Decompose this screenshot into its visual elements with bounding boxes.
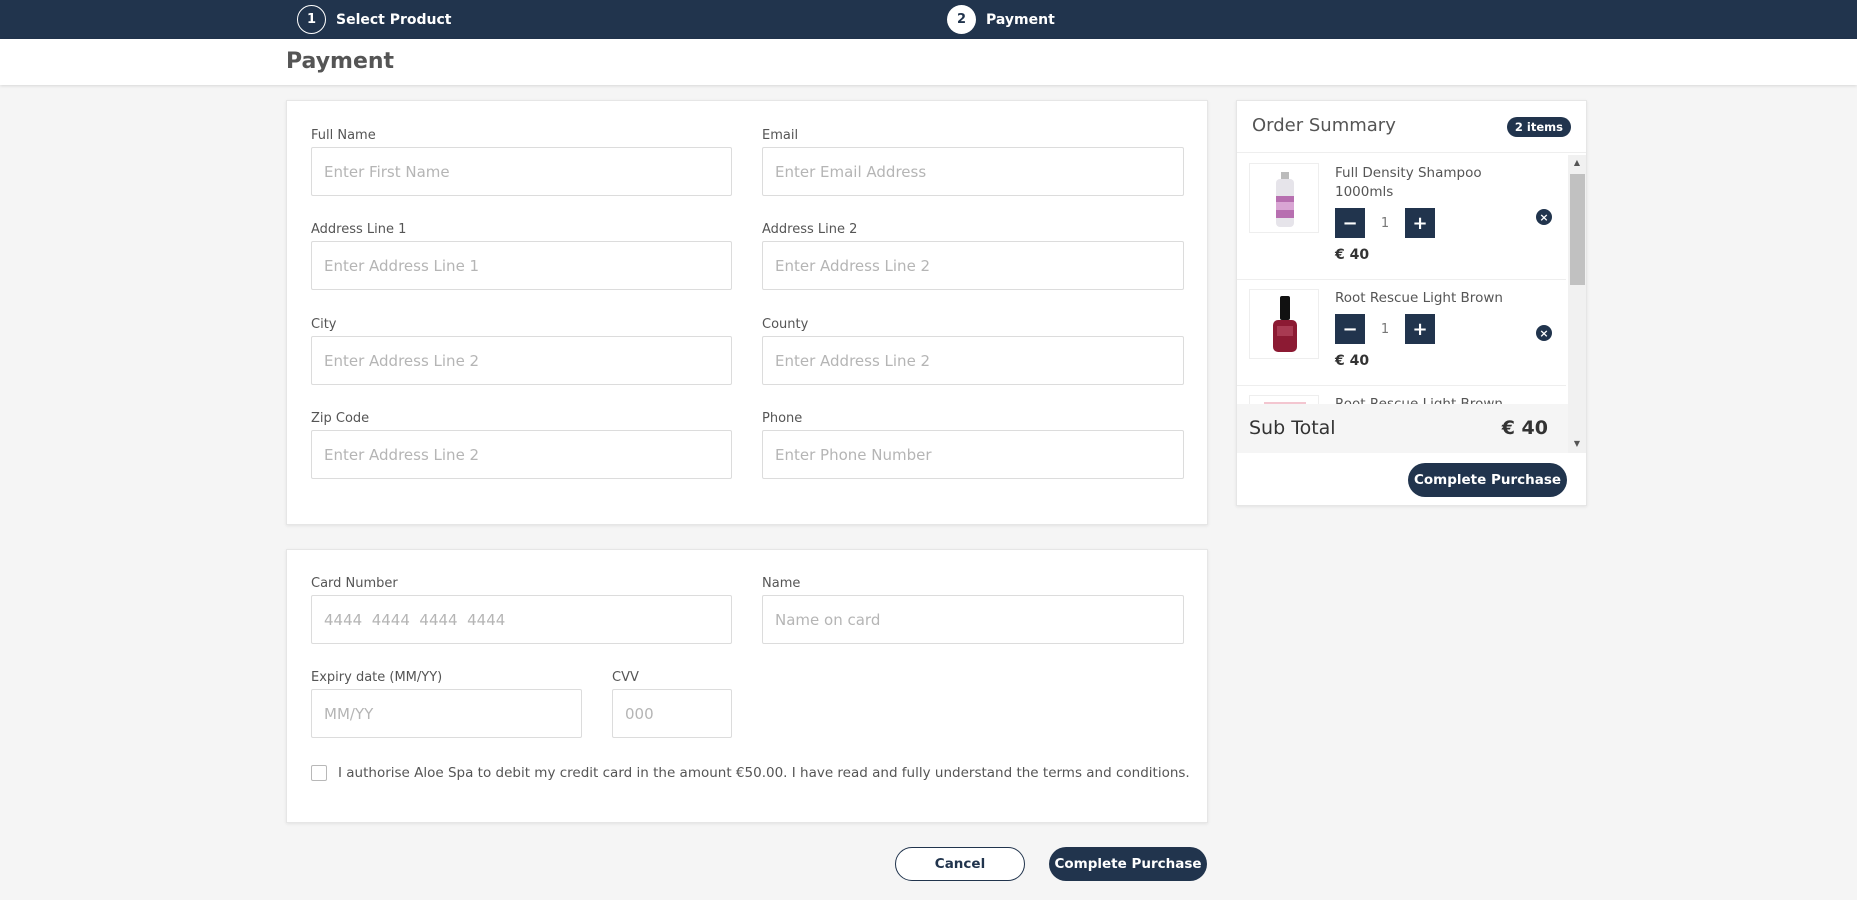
step-number-2: 2 [947,5,976,34]
scroll-up-icon[interactable]: ▲ [1572,157,1582,169]
address1-input[interactable] [311,241,732,290]
address-form-card: Full Name Email Address Line 1 Address L… [286,100,1208,525]
remove-item-icon[interactable]: × [1536,209,1552,225]
card-payment-card: Card Number Name Expiry date (MM/YY) CVV… [286,549,1208,823]
increase-quantity-button[interactable]: + [1405,208,1435,238]
page-title: Payment [286,49,395,74]
summary-complete-purchase-button[interactable]: Complete Purchase [1408,463,1567,497]
quantity-stepper: − 1 + [1335,314,1435,344]
address1-field-group: Address Line 1 [311,222,732,290]
phone-label: Phone [762,411,803,426]
consent-checkbox[interactable] [311,765,327,781]
email-input[interactable] [762,147,1184,196]
expiry-label: Expiry date (MM/YY) [311,670,443,685]
quantity-value[interactable]: 1 [1365,314,1405,344]
cart-item-name: Root Rescue Light Brown [1335,290,1503,306]
step-payment[interactable]: 2 Payment [947,5,1055,34]
cancel-button[interactable]: Cancel [895,847,1025,881]
name-on-card-label: Name [762,576,801,591]
subtotal-label: Sub Total [1249,417,1336,439]
order-summary-panel: Order Summary 2 items Full Density Shamp… [1236,100,1587,506]
phone-input[interactable] [762,430,1184,479]
cart-item-name: Root Rescue Light Brown [1335,396,1503,404]
cvv-input[interactable] [612,689,732,738]
county-input[interactable] [762,336,1184,385]
complete-purchase-button[interactable]: Complete Purchase [1049,847,1207,881]
city-label: City [311,317,337,332]
zip-label: Zip Code [311,411,370,426]
cart-scrollbar[interactable]: ▲ ▼ [1568,155,1586,453]
subtotal-value: € 40 [1501,417,1548,439]
full-name-input[interactable] [311,147,732,196]
zip-field-group: Zip Code [311,411,732,479]
cart-item-name: Full Density Shampoo 1000mls [1335,165,1482,200]
card-number-input[interactable] [311,595,732,644]
cvv-field-group: CVV [612,670,732,738]
step-label-payment: Payment [986,11,1055,28]
cart-item-price: € 40 [1335,247,1370,263]
county-label: County [762,317,809,332]
product-thumbnail-shampoo [1249,163,1319,233]
product-image-icon [1264,402,1306,404]
quantity-value[interactable]: 1 [1365,208,1405,238]
scrollbar-thumb[interactable] [1570,174,1585,285]
cart-item: Full Density Shampoo 1000mls − 1 + € 40 … [1237,155,1566,280]
order-summary-title: Order Summary [1252,115,1396,136]
address2-input[interactable] [762,241,1184,290]
item-count-badge: 2 items [1506,117,1571,137]
full-name-field-group: Full Name [311,128,732,196]
decrease-quantity-button[interactable]: − [1335,314,1365,344]
step-label-select-product: Select Product [336,11,452,28]
name-on-card-field-group: Name [762,576,1184,644]
expiry-input[interactable] [311,689,582,738]
cart-item-list[interactable]: Full Density Shampoo 1000mls − 1 + € 40 … [1237,155,1566,404]
cart-item-price: € 40 [1335,353,1370,369]
checkout-stepper: 1 Select Product 2 Payment [0,0,1857,39]
address2-field-group: Address Line 2 [762,222,1184,290]
page-header: Payment [0,39,1857,85]
city-input[interactable] [311,336,732,385]
consent-row: I authorise Aloe Spa to debit my credit … [311,765,1190,781]
email-field-group: Email [762,128,1184,196]
product-thumbnail-partial [1249,395,1319,404]
city-field-group: City [311,317,732,385]
step-number-1: 1 [297,5,326,34]
county-field-group: County [762,317,1184,385]
full-name-label: Full Name [311,128,376,143]
consent-text: I authorise Aloe Spa to debit my credit … [338,765,1190,781]
phone-field-group: Phone [762,411,1184,479]
card-number-label: Card Number [311,576,398,591]
cart-item: Root Rescue Light Brown [1237,386,1566,404]
expiry-field-group: Expiry date (MM/YY) [311,670,582,738]
decrease-quantity-button[interactable]: − [1335,208,1365,238]
remove-item-icon[interactable]: × [1536,325,1552,341]
email-label: Email [762,128,799,143]
address2-label: Address Line 2 [762,222,858,237]
product-thumbnail-polish [1249,289,1319,359]
order-summary-header: Order Summary 2 items [1237,101,1586,153]
address1-label: Address Line 1 [311,222,407,237]
subtotal-row: Sub Total € 40 [1237,404,1568,453]
quantity-stepper: − 1 + [1335,208,1435,238]
shampoo-bottle-icon [1276,172,1294,227]
card-number-field-group: Card Number [311,576,732,644]
increase-quantity-button[interactable]: + [1405,314,1435,344]
nail-polish-bottle-icon [1273,296,1297,352]
name-on-card-input[interactable] [762,595,1184,644]
cart-item: Root Rescue Light Brown − 1 + € 40 × [1237,280,1566,386]
cvv-label: CVV [612,670,639,685]
scroll-down-icon[interactable]: ▼ [1572,438,1582,450]
step-select-product[interactable]: 1 Select Product [297,5,452,34]
zip-input[interactable] [311,430,732,479]
